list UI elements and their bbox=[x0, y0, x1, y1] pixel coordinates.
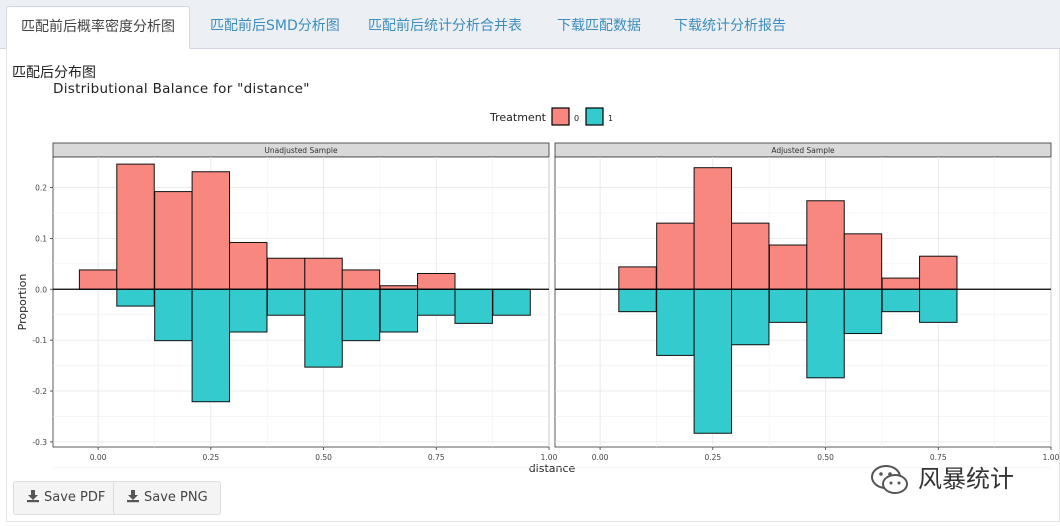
tab-panel bbox=[6, 49, 1060, 522]
tab-download-report[interactable]: 下载统计分析报告 bbox=[660, 6, 800, 46]
tab-smd-plot[interactable]: 匹配前后SMD分析图 bbox=[196, 6, 354, 46]
tab-merged-table[interactable]: 匹配前后统计分析合并表 bbox=[354, 6, 536, 46]
watermark: 风暴统计 bbox=[868, 458, 1014, 502]
download-icon bbox=[27, 490, 39, 503]
save-png-button[interactable]: Save PNG bbox=[113, 481, 221, 515]
tab-bar: 匹配前后概率密度分析图 匹配前后SMD分析图 匹配前后统计分析合并表 下载匹配数… bbox=[0, 0, 1060, 49]
save-pdf-button[interactable]: Save PDF bbox=[13, 481, 119, 515]
save-pdf-label: Save PDF bbox=[44, 490, 106, 505]
wechat-icon bbox=[871, 465, 908, 494]
tab-density-plot[interactable]: 匹配前后概率密度分析图 bbox=[6, 6, 190, 49]
tab-download-data[interactable]: 下载匹配数据 bbox=[543, 6, 655, 46]
plot-title: Distributional Balance for "distance" bbox=[53, 81, 310, 97]
section-title: 匹配后分布图 bbox=[12, 65, 96, 81]
save-png-label: Save PNG bbox=[144, 490, 208, 505]
download-icon bbox=[127, 490, 139, 503]
watermark-text: 风暴统计 bbox=[918, 465, 1014, 493]
